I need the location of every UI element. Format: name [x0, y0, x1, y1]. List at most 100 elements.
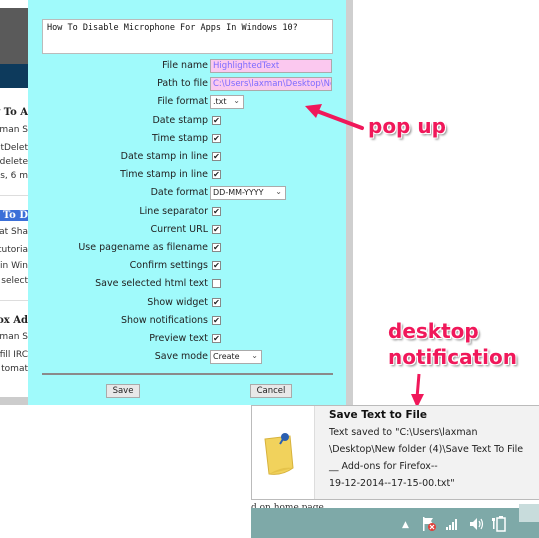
article-snippet: fill IRC: [0, 350, 28, 360]
setting-label: Path to file: [157, 78, 208, 90]
setting-label: Line separator: [139, 205, 208, 217]
setting-row-save-mode: Save mode Create ⌄: [28, 349, 346, 365]
file-format-select[interactable]: .txt ⌄: [210, 95, 244, 110]
sticky-note-icon: [264, 433, 294, 475]
article-author: jat Sha: [0, 227, 28, 237]
cancel-button[interactable]: Cancel: [250, 384, 292, 398]
popup-arrow-icon: [305, 104, 364, 130]
setting-row-time-stamp: Time stamp ✔: [28, 131, 346, 147]
setting-label: Date format: [150, 187, 208, 199]
notification-title: Save Text to File: [329, 409, 427, 421]
setting-row-date-stamp-in-line: Date stamp in line ✔: [28, 149, 346, 165]
setting-row-current-url: Current URL ✔: [28, 222, 346, 238]
background-webpage: y To A xman S tDelet delete s, 6 m y To …: [0, 0, 28, 405]
setting-row-date-stamp: Date stamp ✔: [28, 113, 346, 129]
chevron-down-icon: ⌄: [251, 351, 258, 361]
article-divider: [0, 300, 28, 301]
file-format-select-value: .txt: [213, 97, 227, 107]
save-selected-html-text-checkbox[interactable]: [212, 279, 221, 289]
setting-row-line-separator: Line separator ✔: [28, 204, 346, 220]
time-stamp-in-line-checkbox[interactable]: ✔: [212, 170, 221, 180]
article-author: xman S: [0, 125, 28, 135]
show-widget-checkbox[interactable]: ✔: [212, 297, 221, 307]
screenshot: y To A xman S tDelet delete s, 6 m y To …: [0, 0, 539, 538]
battery-icon[interactable]: [491, 515, 507, 533]
setting-label: Current URL: [150, 223, 208, 235]
popup-divider: [42, 373, 333, 375]
setting-row-show-widget: Show widget ✔: [28, 295, 346, 311]
show-desktop-button[interactable]: [519, 504, 539, 522]
setting-label: Date stamp in line: [120, 151, 208, 162]
setting-row-path-to-file: Path to file C:\Users\laxman\Desktop\Ne: [28, 76, 346, 92]
article-divider: [0, 195, 28, 196]
notification-body-line: \Desktop\New folder (4)\Save Text To Fil…: [329, 444, 524, 455]
setting-row-preview-text: Preview text ✔: [28, 331, 346, 347]
article-snippet: delete: [0, 157, 28, 167]
setting-row-confirm-settings: Confirm settings ✔: [28, 258, 346, 274]
file-name-input[interactable]: HighlightedText: [210, 59, 332, 73]
save-text-popup: How To Disable Microphone For Apps In Wi…: [28, 0, 346, 405]
date-format-select[interactable]: DD-MM-YYYY ⌄: [210, 186, 286, 201]
setting-label: Confirm settings: [129, 260, 208, 272]
taskbar: ▲: [251, 504, 539, 538]
action-center-flag-icon[interactable]: [421, 516, 437, 532]
article-snippet: select: [1, 276, 28, 286]
article-title[interactable]: y To A: [0, 107, 28, 118]
article-snippet: tDelet: [0, 143, 28, 153]
article-snippet: s, 6 m: [0, 171, 28, 181]
notification-body-line: 19-12-2014--17-15-00.txt": [329, 478, 455, 489]
volume-icon[interactable]: [468, 516, 484, 532]
desktop-notification[interactable]: Save Text to File Text saved to "C:\User…: [251, 405, 539, 500]
setting-label: Time stamp in line: [120, 169, 208, 181]
notification-body-line: __ Add-ons for Firefox--: [329, 461, 438, 472]
network-signal-icon[interactable]: [445, 517, 461, 531]
background-hero-image: [0, 0, 28, 88]
article-snippet: tomat: [1, 364, 28, 374]
save-mode-select[interactable]: Create ⌄: [210, 350, 262, 365]
setting-label: Show widget: [147, 296, 208, 308]
time-stamp-checkbox[interactable]: ✔: [212, 133, 221, 143]
background-nav-bar: [0, 64, 28, 88]
notification-annotation-label-1: desktop: [388, 319, 479, 343]
article-snippet: tutoria: [0, 245, 28, 255]
setting-row-use-pagename-as-filename: Use pagename as filename ✔: [28, 240, 346, 256]
show-notifications-checkbox[interactable]: ✔: [212, 315, 221, 325]
article-snippet: in Win: [0, 261, 28, 271]
chevron-up-icon[interactable]: ▲: [402, 520, 409, 530]
save-mode-select-value: Create: [213, 352, 240, 362]
setting-row-file-name: File name HighlightedText: [28, 58, 346, 74]
date-stamp-in-line-checkbox[interactable]: ✔: [212, 152, 221, 161]
setting-label: Show notifications: [120, 314, 208, 326]
confirm-settings-checkbox[interactable]: ✔: [212, 261, 221, 271]
setting-label: Time stamp: [151, 132, 208, 144]
preview-text-checkbox[interactable]: ✔: [212, 334, 221, 343]
current-url-checkbox[interactable]: ✔: [212, 224, 221, 234]
popup-scrollbar[interactable]: [346, 0, 353, 405]
setting-row-save-selected-html-text: Save selected html text: [28, 276, 346, 292]
chevron-down-icon: ⌄: [233, 96, 240, 106]
setting-label: Date stamp: [152, 114, 208, 126]
setting-label: Preview text: [149, 333, 208, 344]
setting-label: Save selected html text: [95, 278, 208, 290]
popup-annotation-label: pop up: [368, 114, 446, 138]
setting-row-date-format: Date format DD-MM-YYYY ⌄: [28, 185, 346, 201]
date-stamp-checkbox[interactable]: ✔: [212, 115, 221, 125]
article-title-highlighted[interactable]: y To D: [0, 210, 28, 221]
path-to-file-input[interactable]: C:\Users\laxman\Desktop\Ne: [210, 77, 332, 92]
chevron-down-icon: ⌄: [275, 187, 282, 197]
use-pagename-as-filename-checkbox[interactable]: ✔: [212, 243, 221, 252]
page-title-textarea[interactable]: How To Disable Microphone For Apps In Wi…: [42, 19, 333, 54]
setting-row-show-notifications: Show notifications ✔: [28, 313, 346, 329]
background-scroll-bar: [0, 397, 28, 405]
article-title[interactable]: fox Ad: [0, 315, 28, 326]
notification-body-line: Text saved to "C:\Users\laxman: [329, 427, 478, 438]
setting-label: Use pagename as filename: [78, 242, 208, 253]
setting-label: File name: [162, 60, 208, 71]
setting-label: Save mode: [154, 351, 208, 363]
setting-label: File format: [157, 96, 208, 108]
article-author: xman S: [0, 332, 28, 342]
save-button[interactable]: Save: [106, 384, 140, 398]
date-format-select-value: DD-MM-YYYY: [213, 188, 264, 198]
line-separator-checkbox[interactable]: ✔: [212, 206, 221, 216]
notification-icon-box: [252, 406, 315, 499]
